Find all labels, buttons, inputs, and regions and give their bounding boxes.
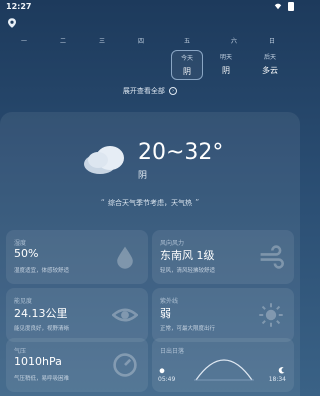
humidity-title: 湿度 [14, 240, 27, 247]
weekday-wed[interactable]: 三 [86, 36, 118, 45]
expand-all-label: 展开查看全部 [122, 87, 165, 95]
gauge-icon [113, 353, 137, 377]
pressure-title: 气压 [14, 348, 27, 355]
sunset-icon [278, 367, 285, 374]
water-drop-icon [117, 246, 133, 269]
sun-icon [259, 303, 283, 327]
tomorrow-condition: 阴 [222, 66, 230, 75]
sunrise-sunset-tile[interactable]: 日出日落 05:49 18:34 [152, 338, 294, 392]
visibility-value: 24.13公里 [14, 307, 68, 320]
pressure-note: 气压稍低，易呼吸困难 [14, 376, 70, 382]
current-condition: 阴 [138, 171, 148, 181]
tomorrow-forecast[interactable]: 明天 阴 [210, 52, 242, 76]
uv-value: 弱 [160, 307, 171, 320]
expand-arrow-icon: › [169, 87, 178, 95]
wifi-icon [274, 3, 282, 10]
day-after-label: 后天 [263, 54, 276, 61]
weekday-tue[interactable]: 二 [47, 36, 79, 45]
humidity-tile[interactable]: 湿度 50% 湿度适宜，体感较舒适 [6, 230, 148, 284]
visibility-note: 能见度良好，视野清晰 [14, 326, 70, 332]
quote-close-icon: ” [195, 198, 200, 207]
wind-value: 东南风 1级 [160, 249, 215, 262]
today-label: 今天 [180, 55, 193, 62]
weather-advice: “ 综合天气季节考虑，天气热 ” [100, 198, 200, 207]
quote-open-icon: “ [100, 198, 105, 207]
temperature-range: 20~32° [138, 140, 224, 165]
weekday-mon[interactable]: 一 [8, 36, 40, 45]
uv-tile[interactable]: 紫外线 弱 正常，可最大限度出行 [152, 288, 294, 342]
uv-title: 紫外线 [160, 298, 179, 305]
today-forecast[interactable]: 今天 阴 [171, 50, 203, 80]
weekday-fri[interactable]: 五 [171, 36, 203, 45]
pressure-tile[interactable]: 气压 1010hPa 气压稍低，易呼吸困难 [6, 338, 148, 392]
tomorrow-label: 明天 [219, 54, 232, 61]
location-pin-icon[interactable] [8, 18, 16, 28]
status-bar: 12:27 [0, 0, 300, 14]
sunrise-time: 05:49 [158, 376, 176, 383]
humidity-value: 50% [14, 247, 39, 260]
pressure-value: 1010hPa [14, 355, 62, 368]
sun-path-curve [194, 359, 254, 381]
day-after-forecast[interactable]: 后天 多云 [254, 52, 286, 76]
eye-icon [112, 308, 138, 322]
day-after-condition: 多云 [262, 66, 278, 75]
expand-all-button[interactable]: 展开查看全部 › [0, 86, 300, 96]
weekday-sat[interactable]: 六 [218, 36, 250, 45]
weekday-sun[interactable]: 日 [256, 36, 288, 45]
wind-icon [260, 245, 284, 269]
wind-tile[interactable]: 风向风力 东南风 1级 轻风，清风轻拂较舒适 [152, 230, 294, 284]
wind-title: 风向风力 [160, 240, 185, 247]
sunset-time: 18:34 [268, 376, 286, 383]
sunrise-title: 日出日落 [160, 348, 185, 355]
visibility-tile[interactable]: 能见度 24.13公里 能见度良好，视野清晰 [6, 288, 148, 342]
humidity-note: 湿度适宜，体感较舒适 [14, 268, 70, 274]
visibility-title: 能见度 [14, 298, 33, 305]
wind-note: 轻风，清风轻拂较舒适 [160, 268, 216, 274]
uv-note: 正常，可最大限度出行 [160, 326, 216, 332]
week-forecast-row: 一 二 三 四 五 六 日 今天 阴 明天 阴 后天 多云 [0, 36, 300, 80]
weekday-thu[interactable]: 四 [125, 36, 157, 45]
cloud-icon [84, 146, 124, 174]
status-time: 12:27 [6, 2, 32, 11]
today-condition: 阴 [183, 67, 191, 76]
battery-icon [288, 2, 294, 11]
sunrise-icon [159, 368, 165, 374]
